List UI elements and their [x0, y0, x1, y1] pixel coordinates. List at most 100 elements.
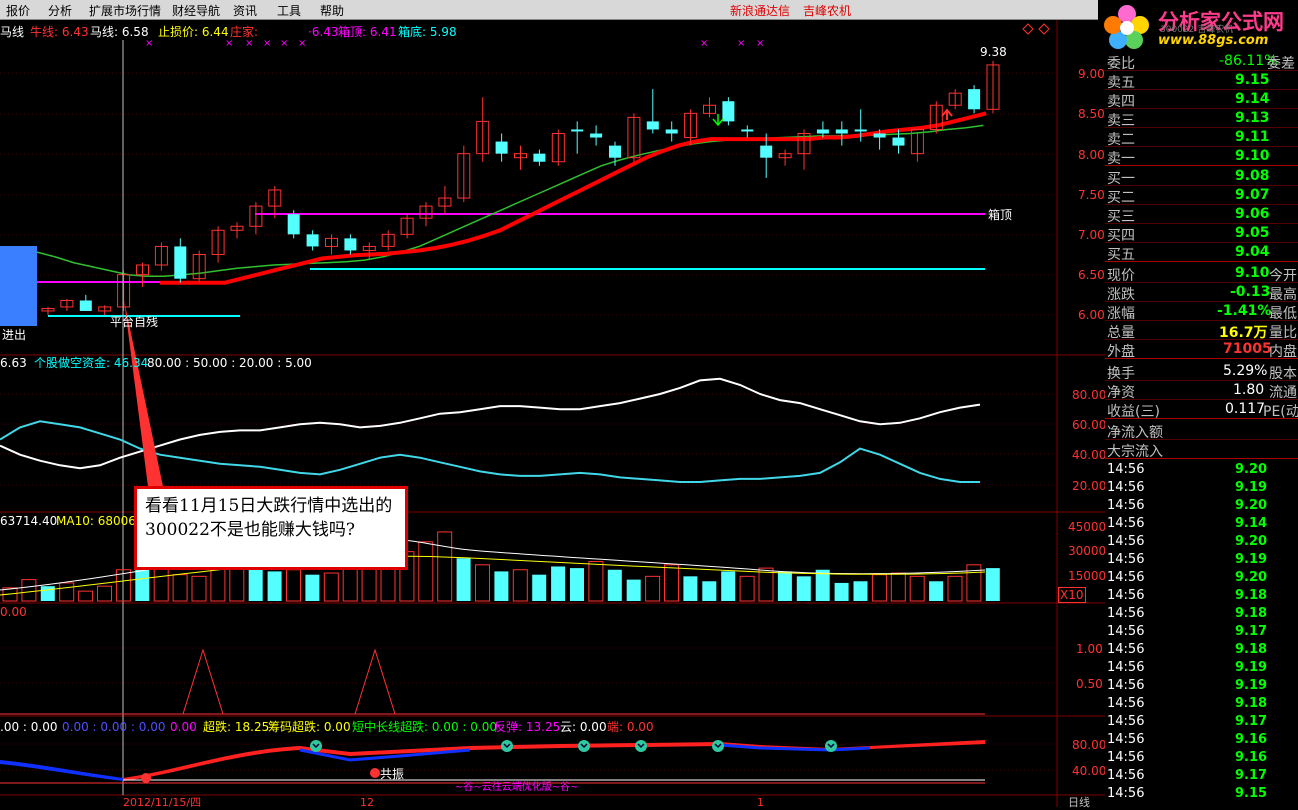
volume-bar	[777, 571, 792, 601]
annotation-callout: 看看11月15日大跌行情中选出的300022不是也能赚大钱吗?	[134, 486, 408, 570]
tick-row: 14:56 9.19	[1105, 479, 1298, 497]
vol-unit: X10	[1058, 587, 1086, 603]
tick-price: 9.18	[1235, 588, 1268, 603]
sell-row: 卖四 9.14	[1105, 90, 1298, 110]
ind4-v1: 0.00 : 0.00 : 0.00	[62, 720, 166, 734]
x-marker: ×	[700, 38, 708, 49]
x-marker: ×	[225, 38, 233, 49]
candle-body	[873, 133, 886, 138]
candle-body	[968, 89, 981, 110]
buy-price: 9.08	[1235, 168, 1270, 184]
tick-time: 14:56	[1107, 570, 1145, 585]
volume-bar	[248, 564, 263, 601]
buy-price: 9.07	[1235, 187, 1270, 203]
tick-row: 14:56 9.17	[1105, 767, 1298, 785]
stat-label: 收益(三)	[1107, 404, 1160, 420]
box-top-label: 箱顶	[988, 208, 1013, 222]
candle-body	[892, 137, 905, 146]
tick-row: 14:56 9.15	[1105, 785, 1298, 803]
tick-row: 14:56 9.18	[1105, 695, 1298, 713]
stat-label: 涨跌	[1107, 287, 1135, 303]
tick-price: 9.19	[1235, 480, 1268, 495]
tick-price: 9.15	[1235, 786, 1268, 801]
ind1-axis-tick: 40.00	[1072, 448, 1107, 462]
tick-price: 9.20	[1235, 498, 1268, 513]
stat-row: 收益(三) 0.117 PE(动	[1105, 400, 1298, 420]
volume-bar	[834, 582, 849, 601]
tick-time: 14:56	[1107, 516, 1145, 531]
candle-body	[590, 133, 603, 138]
volume-bar	[985, 568, 1000, 601]
stat-value: 71005	[1223, 341, 1272, 357]
candle-body	[760, 145, 773, 158]
tick-price: 9.17	[1235, 768, 1268, 783]
tick-row: 14:56 9.19	[1105, 659, 1298, 677]
stat-label: 换手	[1107, 366, 1135, 382]
ind3-axis-tick: 0.50	[1076, 677, 1103, 691]
ind4-pre: .00 : 0.00	[0, 720, 58, 734]
buy-row: 买二 9.07	[1105, 186, 1298, 206]
tick-time: 14:56	[1107, 552, 1145, 567]
weibi-label: 委比	[1107, 56, 1135, 72]
volume-bar	[532, 574, 547, 601]
tick-time: 14:56	[1107, 750, 1145, 765]
legend-ma: 马线: 6.58	[90, 25, 149, 39]
ind4-duan: 短中长线超跌: 0.00 : 0.00	[352, 720, 497, 734]
ind4-chao: 超跌: 18.25	[203, 720, 270, 734]
candle-body	[571, 129, 584, 132]
logo-sub: 300022 吉峰农机	[1160, 25, 1234, 35]
tick-price: 9.16	[1235, 732, 1268, 747]
stat-tail: 内盘	[1269, 344, 1297, 360]
ind3-value: 0.00	[0, 605, 27, 619]
flower-logo-icon	[1104, 5, 1149, 49]
legend-box-top: 箱顶: 6.41	[338, 25, 397, 39]
kline-chart[interactable]: × × × × × × × × ×	[0, 0, 1105, 807]
tick-row: 14:56 9.20	[1105, 497, 1298, 515]
tick-row: 14:56 9.17	[1105, 623, 1298, 641]
candle-body	[79, 300, 92, 311]
stat-row: 现价 9.10 今开	[1105, 264, 1298, 284]
x-marker: ×	[245, 38, 253, 49]
volume-bar	[626, 579, 641, 601]
tick-price: 9.17	[1235, 624, 1268, 639]
ind4-v2: 0.00	[170, 720, 197, 734]
volume-bar	[683, 576, 698, 601]
tick-price: 9.20	[1235, 462, 1268, 477]
buy-label: 买五	[1107, 247, 1135, 263]
sell-price: 9.10	[1235, 148, 1270, 164]
candle-body	[854, 129, 867, 132]
tick-time: 14:56	[1107, 606, 1145, 621]
candle-body	[816, 129, 829, 134]
flow-label: 大宗流入	[1107, 444, 1163, 460]
stat-row: 涨跌 -0.13 最高	[1105, 283, 1298, 303]
vol-axis-tick: 30000	[1068, 544, 1107, 558]
indicator-name: 马线	[0, 25, 25, 39]
tick-price: 9.18	[1235, 642, 1268, 657]
volume-bar	[721, 571, 736, 601]
tick-time: 14:56	[1107, 786, 1145, 801]
stat-value: 16.7万	[1219, 325, 1268, 341]
volume-bar	[929, 581, 944, 601]
callout-text: 看看11月15日大跌行情中选出的300022不是也能赚大钱吗?	[145, 496, 393, 540]
cycle-button[interactable]: 日线	[1068, 796, 1090, 810]
tick-price: 9.19	[1235, 678, 1268, 693]
tick-time: 14:56	[1107, 660, 1145, 675]
ind1-levels: 80.00 : 50.00 : 20.00 : 5.00	[147, 356, 312, 370]
stat-label: 净资	[1107, 385, 1135, 401]
candle-body	[495, 141, 508, 154]
tick-row: 14:56 9.17	[1105, 713, 1298, 731]
resonance-icon	[141, 773, 151, 783]
buy-row: 买五 9.04	[1105, 243, 1298, 263]
price-axis-tick: 7.00	[1078, 228, 1105, 242]
volume-bar	[607, 569, 622, 601]
ind4-footer: ~谷~云往云端优化版~谷~	[455, 782, 579, 793]
stat-value: 1.80	[1233, 382, 1265, 398]
volume-bar	[853, 581, 868, 601]
sell-label: 卖二	[1107, 132, 1135, 148]
tick-time: 14:56	[1107, 624, 1145, 639]
candle-body	[287, 214, 300, 235]
volume-bar	[305, 574, 320, 601]
sell-label: 卖五	[1107, 75, 1135, 91]
ind4-fan: 反弹: 13.25	[494, 720, 561, 734]
volume-bar	[815, 569, 830, 601]
